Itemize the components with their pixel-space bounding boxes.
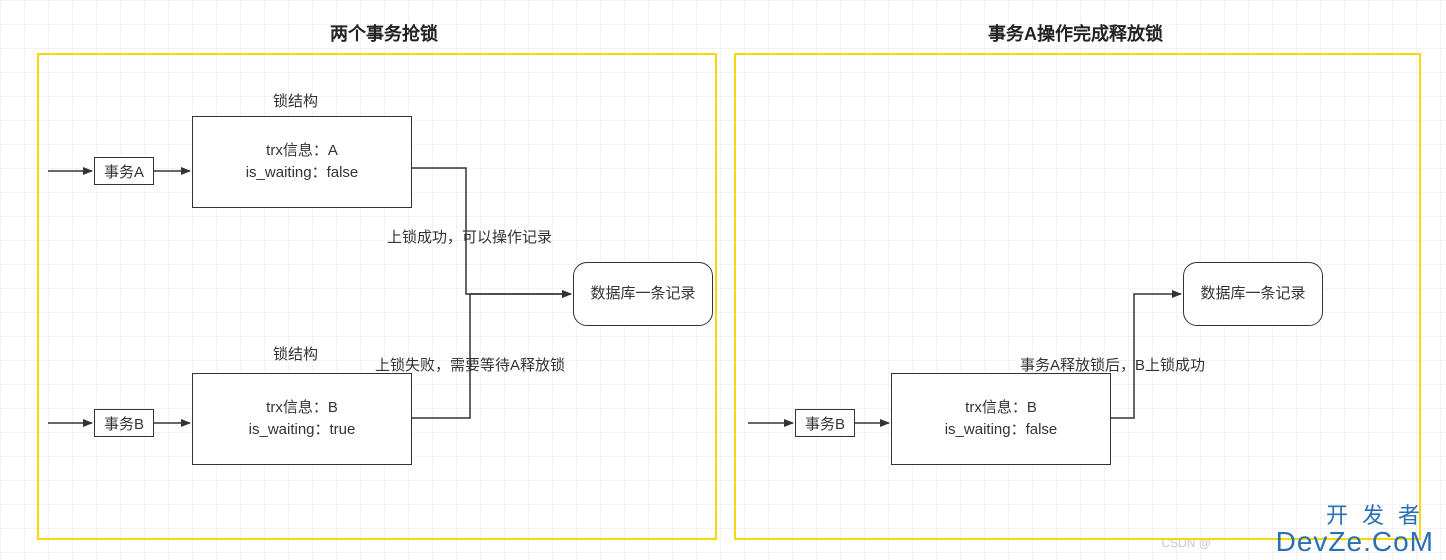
left-lock-b-box: trx信息：B is_waiting：true bbox=[192, 373, 412, 465]
left-lock-b-line2: is_waiting：true bbox=[249, 419, 356, 441]
left-tx-b-label: 事务B bbox=[94, 409, 154, 437]
right-lock-b-line1: trx信息：B bbox=[965, 397, 1037, 419]
right-lock-b-box: trx信息：B is_waiting：false bbox=[891, 373, 1111, 465]
left-lockstruct-caption-a: 锁结构 bbox=[273, 90, 318, 111]
left-panel-title: 两个事务抢锁 bbox=[330, 20, 438, 46]
left-lockstruct-caption-b: 锁结构 bbox=[273, 343, 318, 364]
left-lock-a-box: trx信息：A is_waiting：false bbox=[192, 116, 412, 208]
diagram-canvas: 两个事务抢锁 事务A 锁结构 trx信息：A is_waiting：false … bbox=[0, 0, 1446, 560]
left-lock-b-line1: trx信息：B bbox=[266, 397, 338, 419]
left-record-box: 数据库一条记录 bbox=[573, 262, 713, 326]
left-edge-a-caption: 上锁成功，可以操作记录 bbox=[387, 226, 552, 247]
right-panel-title: 事务A操作完成释放锁 bbox=[988, 20, 1163, 46]
right-tx-b-label: 事务B bbox=[795, 409, 855, 437]
left-edge-b-caption: 上锁失败，需要等待A释放锁 bbox=[375, 354, 565, 375]
right-record-box: 数据库一条记录 bbox=[1183, 262, 1323, 326]
left-lock-a-line2: is_waiting：false bbox=[246, 162, 359, 184]
right-lock-b-line2: is_waiting：false bbox=[945, 419, 1058, 441]
left-lock-a-line1: trx信息：A bbox=[266, 140, 338, 162]
left-tx-a-label: 事务A bbox=[94, 157, 154, 185]
right-edge-caption: 事务A释放锁后，B上锁成功 bbox=[1020, 354, 1205, 375]
